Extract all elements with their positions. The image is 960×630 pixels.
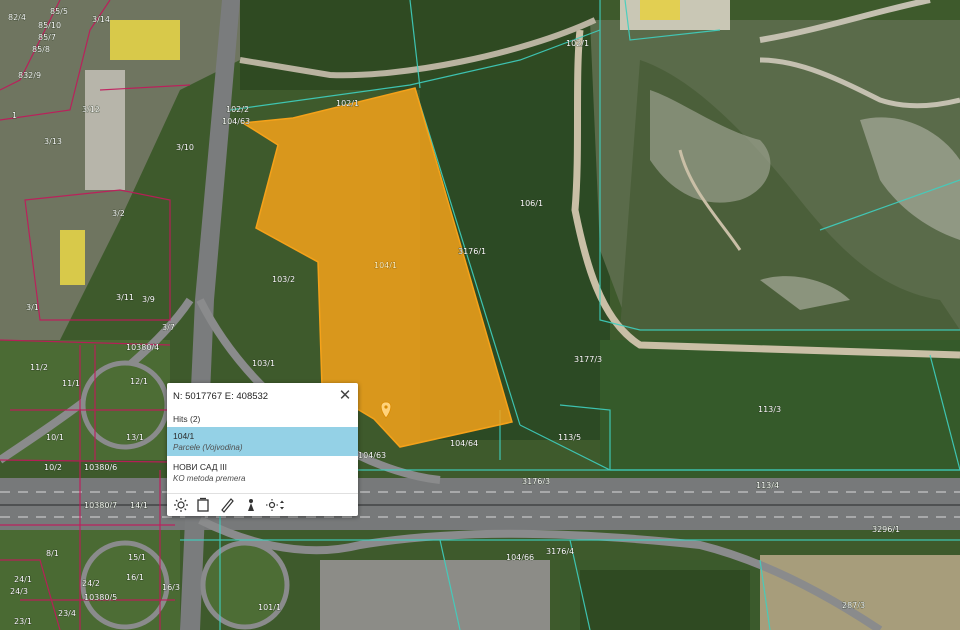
parcel-label: 103/1 — [252, 359, 275, 368]
result-subtitle: Parcele (Vojvodina) — [173, 443, 243, 452]
result-title: 104/1 — [173, 431, 195, 441]
parcel-label: 3/9 — [142, 295, 155, 304]
ruler-icon[interactable] — [219, 497, 235, 513]
parcel-label: 832/9 — [18, 71, 41, 80]
parcel-label: 85/5 — [50, 7, 68, 16]
parcel-label: 24/2 — [82, 579, 100, 588]
parcel-label: 102/1 — [336, 99, 359, 108]
parcel-label: 15/1 — [128, 553, 146, 562]
brightness-adjust-icon[interactable] — [265, 497, 285, 513]
parcel-label: 12/1 — [130, 377, 148, 386]
map-view[interactable]: 85/5 3/14 85/10 82/4 85/7 85/8 832/9 1 3/12 3/13 3… — [0, 0, 960, 630]
parcel-label: 287/3 — [842, 601, 865, 610]
parcel-label: 3176/1 — [458, 247, 486, 256]
parcel-label: 3/13 — [44, 137, 62, 146]
parcel-label: 3177/3 — [574, 355, 602, 364]
parcel-label: 13/1 — [126, 433, 144, 442]
parcel-label: 3/1 — [26, 303, 39, 312]
brightness-icon[interactable] — [173, 497, 189, 513]
parcel-label: 3/10 — [176, 143, 194, 152]
parcel-label: 24/3 — [10, 587, 28, 596]
parcel-label: 104/64 — [450, 439, 478, 448]
parcel-label: 106/1 — [520, 199, 543, 208]
parcel-label: 3/12 — [82, 105, 100, 114]
parcel-label: 24/1 — [14, 575, 32, 584]
coordinates-readout: N: 5017767 E: 408532 — [173, 391, 269, 402]
parcel-label: 14/1 — [130, 501, 148, 510]
parcel-label: 3296/1 — [872, 525, 900, 534]
parcel-label: 23/4 — [58, 609, 76, 618]
close-button[interactable]: ✕ — [338, 387, 352, 403]
parcel-label: 10/2 — [44, 463, 62, 472]
parcel-label: 101/1 — [258, 603, 281, 612]
parcel-label: 3/7 — [162, 323, 175, 332]
parcel-label: 3/11 — [116, 293, 134, 302]
parcel-label: 10380/5 — [84, 593, 117, 602]
parcel-label: 85/8 — [32, 45, 50, 54]
parcel-label: 8/1 — [46, 549, 59, 558]
hits-count: Hits (2) — [173, 414, 201, 424]
parcel-label: 10380/4 — [126, 343, 159, 352]
result-title: НОВИ САД III — [173, 462, 227, 472]
parcel-label: 104/63 — [358, 451, 386, 460]
parcel-label: 113/4 — [756, 481, 779, 490]
parcel-label: 103/2 — [272, 275, 295, 284]
parcel-label: 113/5 — [558, 433, 581, 442]
result-subtitle: KO metoda premera — [173, 474, 246, 483]
popup-toolbar — [167, 493, 358, 514]
parcel-label: 3176/4 — [546, 547, 574, 556]
result-item-cadastral-municipality[interactable]: НОВИ САД III KO metoda premera — [167, 458, 358, 487]
parcel-label: 10380/7 — [84, 501, 117, 510]
parcel-label: 23/1 — [14, 617, 32, 626]
parcel-info-popup: N: 5017767 E: 408532 ✕ Hits (2) 104/1 Pa… — [167, 383, 358, 516]
result-item-parcel[interactable]: 104/1 Parcele (Vojvodina) — [167, 427, 358, 456]
parcel-label: 102/1 — [566, 39, 589, 48]
parcel-label: 11/2 — [30, 363, 48, 372]
parcel-label: 10380/6 — [84, 463, 117, 472]
document-icon[interactable] — [195, 497, 211, 513]
parcel-label: 11/1 — [62, 379, 80, 388]
parcel-label: 85/10 — [38, 21, 61, 30]
parcel-label: 3176/3 — [522, 477, 550, 486]
parcel-label: 82/4 — [8, 13, 26, 22]
parcel-label: 10/1 — [46, 433, 64, 442]
parcel-label: 102/2 — [226, 105, 249, 114]
parcel-label: 113/3 — [758, 405, 781, 414]
aerial-imagery: 85/5 3/14 85/10 82/4 85/7 85/8 832/9 1 3/12 3/13 3… — [0, 0, 960, 630]
parcel-label: 3/2 — [112, 209, 125, 218]
parcel-label: 16/3 — [162, 583, 180, 592]
parcel-label: 85/7 — [38, 33, 56, 42]
parcel-label: 1 — [12, 111, 17, 120]
parcel-label: 16/1 — [126, 573, 144, 582]
parcel-label: 104/1 — [374, 261, 397, 270]
person-icon[interactable] — [243, 497, 259, 513]
parcel-label: 3/14 — [92, 15, 110, 24]
parcel-label: 104/66 — [506, 553, 534, 562]
parcel-label: 104/63 — [222, 117, 250, 126]
